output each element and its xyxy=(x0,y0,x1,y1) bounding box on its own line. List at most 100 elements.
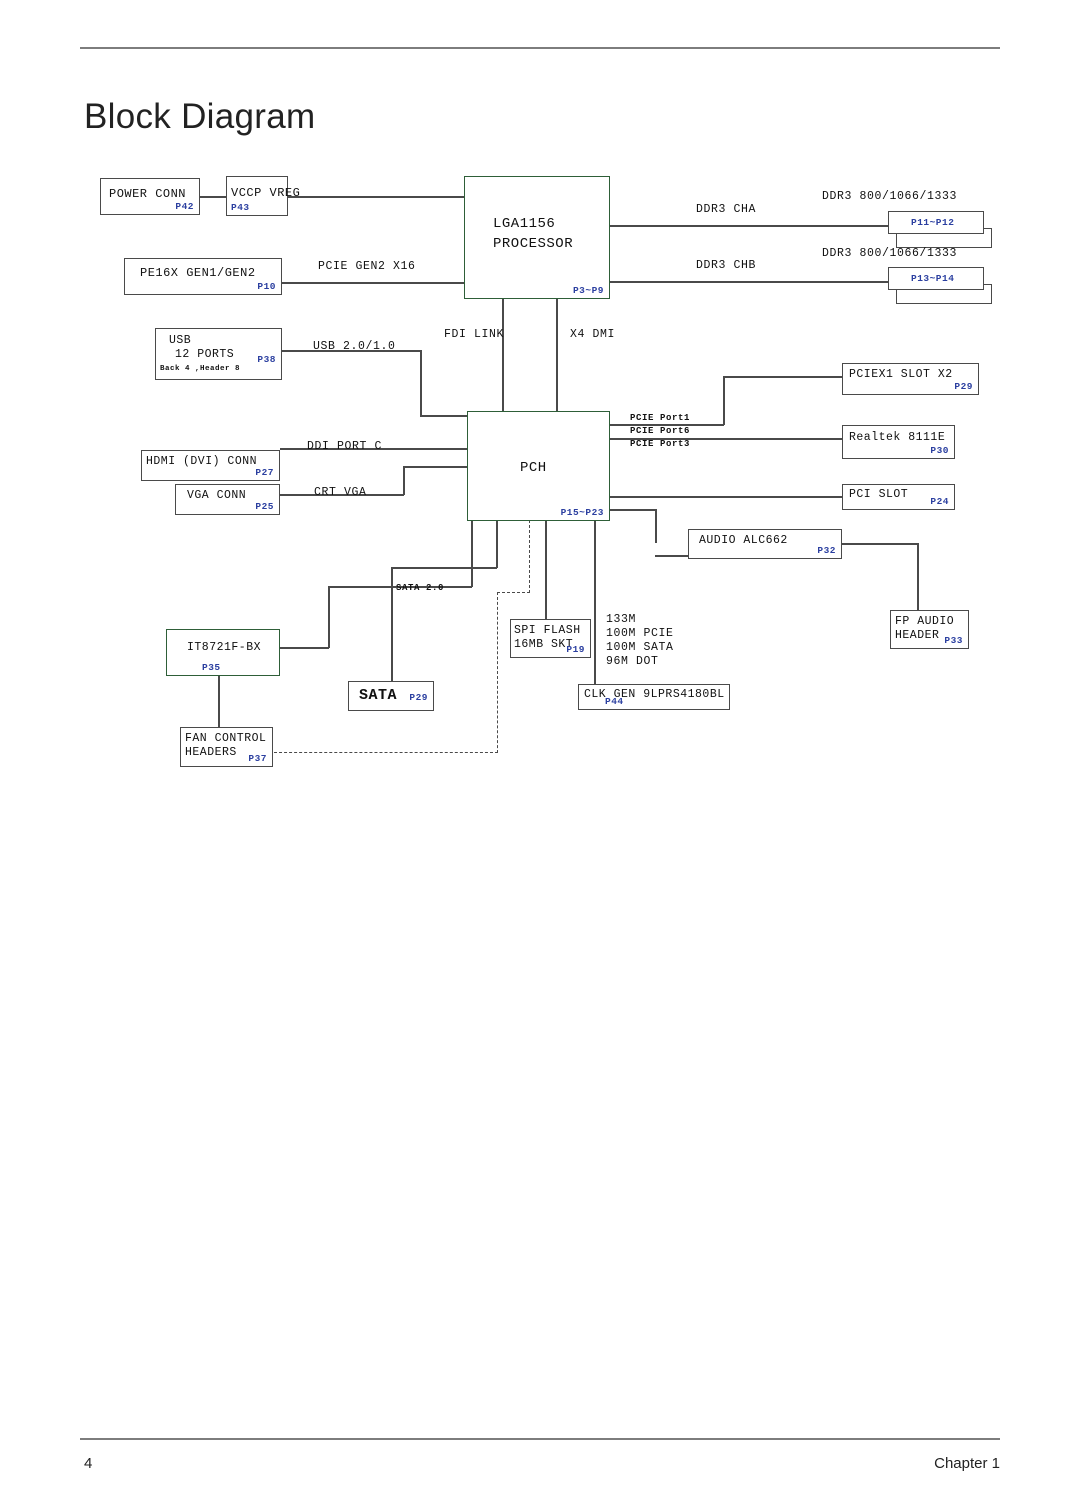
wire-pe16x-to-cpu xyxy=(282,282,464,284)
wire-x4-dmi xyxy=(556,299,558,411)
block-cpu-pin: P3~P9 xyxy=(572,285,604,296)
clock-output-100m-sata: 100M SATA xyxy=(606,641,674,654)
wire-cpu-to-dimm-b xyxy=(610,281,888,283)
block-power-conn[interactable]: POWER CONN P42 xyxy=(100,178,200,215)
block-pciex1-slot[interactable]: PCIEX1 SLOT X2 P29 xyxy=(842,363,979,395)
wire-spi-flash-v xyxy=(545,520,547,620)
block-hdmi-pin: P27 xyxy=(255,467,274,478)
wire-pcie-port1-h2 xyxy=(723,376,842,378)
block-usb-label-line2: 12 PORTS xyxy=(175,348,235,361)
block-clk-gen[interactable]: CLK GEN 9LPRS4180BL P44 xyxy=(578,684,730,710)
label-ddr3-speed-chb: DDR3 800/1066/1333 xyxy=(822,247,958,260)
block-spi-flash-pin: P19 xyxy=(566,644,585,655)
block-audio-pin: P32 xyxy=(817,545,836,556)
block-pe16x-pin: P10 xyxy=(257,281,276,292)
block-usb-pin: P38 xyxy=(257,354,276,365)
block-dimm-slot-b-pin: P13~P14 xyxy=(911,273,955,284)
block-pch-label: PCH xyxy=(520,460,547,476)
block-realtek-pin: P30 xyxy=(930,445,949,456)
block-fan-control-headers[interactable]: FAN CONTROL HEADERS P37 xyxy=(180,727,273,767)
label-crt-vga: CRT VGA xyxy=(314,486,367,499)
wire-sata-h1 xyxy=(391,567,497,569)
wire-it8721-v2 xyxy=(328,586,330,648)
block-vccp-vreg[interactable]: VCCP VREG P43 xyxy=(226,176,300,216)
label-sata-version: SATA 2.0 xyxy=(396,583,445,593)
wire-it8721-to-fan xyxy=(218,675,220,727)
block-fan-label-line2: HEADERS xyxy=(185,746,237,759)
block-vga-pin: P25 xyxy=(255,501,274,512)
block-fp-audio-pin: P33 xyxy=(944,635,963,646)
document-page: Block Diagram POWER CONN P42 VCCP VREG P… xyxy=(0,0,1080,1512)
block-lga1156-processor[interactable]: LGA1156 PROCESSOR P3~P9 xyxy=(464,176,610,299)
block-sata[interactable]: SATA P29 xyxy=(348,681,434,711)
block-dimm-slot-a-pin: P11~P12 xyxy=(911,217,955,228)
block-pch-pin: P15~P23 xyxy=(560,507,604,518)
wire-clkgen-v xyxy=(594,520,596,685)
block-clk-gen-pin: P44 xyxy=(605,696,624,707)
block-sata-label: SATA xyxy=(359,687,398,704)
block-audio-alc662[interactable]: AUDIO ALC662 P32 xyxy=(688,529,842,559)
dashed-wire-fan-h1 xyxy=(497,592,530,593)
block-pci-slot-label: PCI SLOT xyxy=(849,488,909,501)
wire-audio-to-fp-h xyxy=(841,543,918,545)
clock-output-133m: 133M xyxy=(606,613,637,626)
block-fp-audio-label-line2: HEADER xyxy=(895,629,940,642)
wire-vga-h2 xyxy=(403,466,468,468)
label-fdi-link: FDI LINK xyxy=(444,328,505,341)
block-hdmi-label: HDMI (DVI) CONN xyxy=(146,455,258,468)
block-pe16x[interactable]: PE16X GEN1/GEN2 P10 xyxy=(124,258,282,295)
wire-vga-v xyxy=(403,466,405,495)
block-realtek-label: Realtek 8111E xyxy=(849,431,946,444)
block-power-conn-label: POWER CONN xyxy=(109,187,187,201)
block-realtek-8111e[interactable]: Realtek 8111E P30 xyxy=(842,425,955,459)
wire-usb-v xyxy=(420,350,422,416)
wire-fdi-link xyxy=(502,299,504,411)
wire-sata-v2 xyxy=(391,567,393,682)
block-it8721f-bx[interactable]: IT8721F-BX P35 xyxy=(166,629,280,676)
dashed-wire-fan-v1 xyxy=(529,520,530,593)
block-pch[interactable]: PCH P15~P23 xyxy=(467,411,610,521)
block-pe16x-label: PE16X GEN1/GEN2 xyxy=(140,266,256,280)
dashed-wire-fan-v2 xyxy=(497,592,498,753)
block-vga-conn[interactable]: VGA CONN P25 xyxy=(175,484,280,515)
block-usb-label-line3: Back 4 ,Header 8 xyxy=(160,365,241,373)
block-spi-flash-label-line1: SPI FLASH xyxy=(514,624,581,637)
label-pcie-port3: PCIE Port3 xyxy=(630,439,691,449)
block-fan-label-line1: FAN CONTROL xyxy=(185,732,267,745)
label-ddr3-cha: DDR3 CHA xyxy=(696,203,757,216)
label-ddi-port-c: DDI PORT C xyxy=(307,440,383,453)
label-ddr3-speed-cha: DDR3 800/1066/1333 xyxy=(822,190,958,203)
wire-sata-v1 xyxy=(496,520,498,568)
dashed-wire-fan-h2 xyxy=(274,752,498,753)
block-it8721-pin: P35 xyxy=(202,662,221,673)
block-pciex1-slot-label: PCIEX1 SLOT X2 xyxy=(849,368,953,381)
label-pcie-port1: PCIE Port1 xyxy=(630,413,691,423)
block-fp-audio-label-line1: FP AUDIO xyxy=(895,615,955,628)
block-it8721-label: IT8721F-BX xyxy=(187,641,262,654)
wire-audio-h2 xyxy=(655,555,688,557)
block-fp-audio-header[interactable]: FP AUDIO HEADER P33 xyxy=(890,610,969,649)
block-dimm-slot-a[interactable]: P11~P12 xyxy=(888,211,984,234)
block-power-conn-pin: P42 xyxy=(175,201,194,212)
wire-pcie-port1-v xyxy=(723,376,725,425)
block-dimm-slot-b[interactable]: P13~P14 xyxy=(888,267,984,290)
block-pciex1-slot-pin: P29 xyxy=(954,381,973,392)
wire-vreg-to-cpu xyxy=(288,196,464,198)
block-usb[interactable]: USB 12 PORTS Back 4 ,Header 8 P38 xyxy=(155,328,282,380)
label-ddr3-chb: DDR3 CHB xyxy=(696,259,757,272)
wire-it8721-h2 xyxy=(280,647,329,649)
block-fan-pin: P37 xyxy=(248,753,267,764)
block-vga-label: VGA CONN xyxy=(187,489,247,502)
block-pci-slot[interactable]: PCI SLOT P24 xyxy=(842,484,955,510)
block-vccp-vreg-pin: P43 xyxy=(231,202,250,213)
label-x4-dmi: X4 DMI xyxy=(570,328,616,341)
wire-audio-h1 xyxy=(610,509,656,511)
block-pci-slot-pin: P24 xyxy=(930,496,949,507)
footer-chapter-label: Chapter 1 xyxy=(934,1455,1000,1472)
block-hdmi-conn[interactable]: HDMI (DVI) CONN P27 xyxy=(141,450,280,481)
block-spi-flash[interactable]: SPI FLASH 16MB SKT P19 xyxy=(510,619,591,658)
wire-pch-to-pci-slot xyxy=(610,496,842,498)
block-diagram: POWER CONN P42 VCCP VREG P43 PE16X GEN1/… xyxy=(0,0,1080,1512)
block-cpu-label-line2: PROCESSOR xyxy=(493,236,574,252)
block-vccp-vreg-label: VCCP VREG xyxy=(231,186,301,200)
